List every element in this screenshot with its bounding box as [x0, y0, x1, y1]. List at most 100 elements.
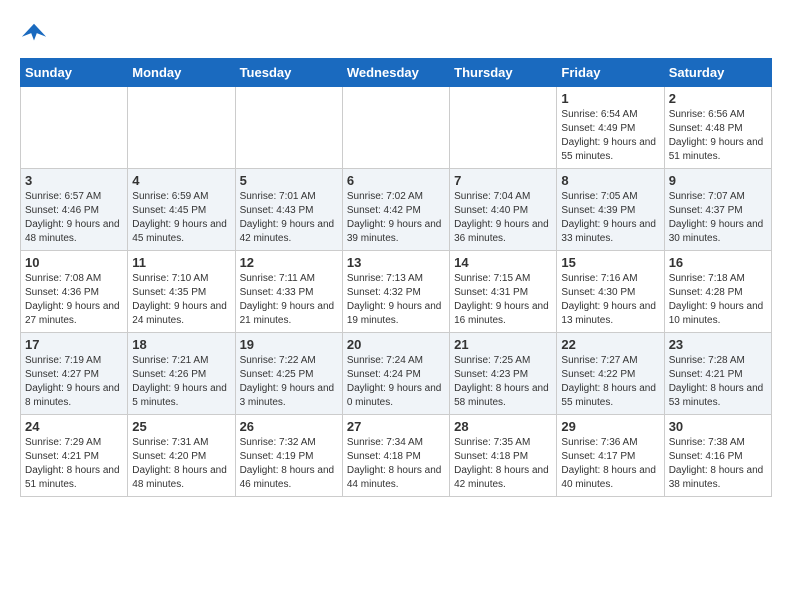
day-number: 13: [347, 255, 445, 270]
calendar-cell: 8 Sunrise: 7:05 AM Sunset: 4:39 PM Daylig…: [557, 169, 664, 251]
day-number: 4: [132, 173, 230, 188]
day-info: Sunrise: 7:08 AM Sunset: 4:36 PM Dayligh…: [25, 272, 123, 328]
day-info: Sunrise: 7:02 AM Sunset: 4:42 PM Dayligh…: [347, 190, 445, 246]
logo-icon: [20, 20, 48, 48]
calendar-cell: 9 Sunrise: 7:07 AM Sunset: 4:37 PM Daylig…: [664, 169, 771, 251]
calendar-cell: 7 Sunrise: 7:04 AM Sunset: 4:40 PM Daylig…: [450, 169, 557, 251]
dow-header-wednesday: Wednesday: [342, 59, 449, 87]
dow-header-thursday: Thursday: [450, 59, 557, 87]
day-info: Sunrise: 7:35 AM Sunset: 4:18 PM Dayligh…: [454, 436, 552, 492]
day-number: 23: [669, 337, 767, 352]
day-info: Sunrise: 7:31 AM Sunset: 4:20 PM Dayligh…: [132, 436, 230, 492]
calendar-cell: [235, 87, 342, 169]
day-number: 14: [454, 255, 552, 270]
day-number: 19: [240, 337, 338, 352]
calendar-cell: 4 Sunrise: 6:59 AM Sunset: 4:45 PM Daylig…: [128, 169, 235, 251]
calendar-cell: 29 Sunrise: 7:36 AM Sunset: 4:17 PM Dayli…: [557, 415, 664, 497]
calendar-cell: [342, 87, 449, 169]
calendar-cell: 15 Sunrise: 7:16 AM Sunset: 4:30 PM Dayli…: [557, 251, 664, 333]
calendar-cell: 1 Sunrise: 6:54 AM Sunset: 4:49 PM Daylig…: [557, 87, 664, 169]
day-info: Sunrise: 7:36 AM Sunset: 4:17 PM Dayligh…: [561, 436, 659, 492]
day-info: Sunrise: 7:34 AM Sunset: 4:18 PM Dayligh…: [347, 436, 445, 492]
calendar-cell: [21, 87, 128, 169]
day-info: Sunrise: 6:56 AM Sunset: 4:48 PM Dayligh…: [669, 108, 767, 164]
day-info: Sunrise: 7:11 AM Sunset: 4:33 PM Dayligh…: [240, 272, 338, 328]
calendar-cell: 18Sunrise: 7:21 AM Sunset: 4:26 PM Dayli…: [128, 333, 235, 415]
day-info: Sunrise: 7:29 AM Sunset: 4:21 PM Dayligh…: [25, 436, 123, 492]
day-number: 21: [454, 337, 552, 352]
day-number: 28: [454, 419, 552, 434]
day-info: Sunrise: 7:21 AM Sunset: 4:26 PM Dayligh…: [132, 354, 230, 410]
calendar-cell: 26 Sunrise: 7:32 AM Sunset: 4:19 PM Dayli…: [235, 415, 342, 497]
day-number: 27: [347, 419, 445, 434]
day-info: Sunrise: 7:13 AM Sunset: 4:32 PM Dayligh…: [347, 272, 445, 328]
dow-header-saturday: Saturday: [664, 59, 771, 87]
dow-header-monday: Monday: [128, 59, 235, 87]
calendar-cell: 19 Sunrise: 7:22 AM Sunset: 4:25 PM Dayli…: [235, 333, 342, 415]
calendar-cell: 30 Sunrise: 7:38 AM Sunset: 4:16 PM Dayli…: [664, 415, 771, 497]
calendar-cell: 24 Sunrise: 7:29 AM Sunset: 4:21 PM Dayli…: [21, 415, 128, 497]
day-info: Sunrise: 7:05 AM Sunset: 4:39 PM Dayligh…: [561, 190, 659, 246]
day-number: 24: [25, 419, 123, 434]
dow-header-tuesday: Tuesday: [235, 59, 342, 87]
logo: [20, 20, 52, 48]
day-number: 16: [669, 255, 767, 270]
day-info: Sunrise: 7:01 AM Sunset: 4:43 PM Dayligh…: [240, 190, 338, 246]
day-number: 22: [561, 337, 659, 352]
day-number: 8: [561, 173, 659, 188]
calendar-cell: 10 Sunrise: 7:08 AM Sunset: 4:36 PM Dayli…: [21, 251, 128, 333]
calendar-cell: 11 Sunrise: 7:10 AM Sunset: 4:35 PM Dayli…: [128, 251, 235, 333]
day-info: Sunrise: 7:16 AM Sunset: 4:30 PM Dayligh…: [561, 272, 659, 328]
day-number: 26: [240, 419, 338, 434]
calendar-cell: [128, 87, 235, 169]
day-info: Sunrise: 7:04 AM Sunset: 4:40 PM Dayligh…: [454, 190, 552, 246]
calendar-cell: 17 Sunrise: 7:19 AM Sunset: 4:27 PM Dayli…: [21, 333, 128, 415]
calendar-table: SundayMondayTuesdayWednesdayThursdayFrid…: [20, 58, 772, 497]
day-info: Sunrise: 7:32 AM Sunset: 4:19 PM Dayligh…: [240, 436, 338, 492]
calendar-cell: 25 Sunrise: 7:31 AM Sunset: 4:20 PM Dayli…: [128, 415, 235, 497]
day-info: Sunrise: 6:54 AM Sunset: 4:49 PM Dayligh…: [561, 108, 659, 164]
calendar-cell: 2 Sunrise: 6:56 AM Sunset: 4:48 PM Daylig…: [664, 87, 771, 169]
day-info: Sunrise: 7:24 AM Sunset: 4:24 PM Dayligh…: [347, 354, 445, 410]
day-number: 11: [132, 255, 230, 270]
dow-header-sunday: Sunday: [21, 59, 128, 87]
day-number: 1: [561, 91, 659, 106]
day-info: Sunrise: 7:19 AM Sunset: 4:27 PM Dayligh…: [25, 354, 123, 410]
day-number: 29: [561, 419, 659, 434]
calendar-cell: 21 Sunrise: 7:25 AM Sunset: 4:23 PM Dayli…: [450, 333, 557, 415]
dow-header-friday: Friday: [557, 59, 664, 87]
calendar-cell: [450, 87, 557, 169]
calendar-cell: 14 Sunrise: 7:15 AM Sunset: 4:31 PM Dayli…: [450, 251, 557, 333]
day-info: Sunrise: 7:07 AM Sunset: 4:37 PM Dayligh…: [669, 190, 767, 246]
day-info: Sunrise: 6:57 AM Sunset: 4:46 PM Dayligh…: [25, 190, 123, 246]
calendar-cell: 6Sunrise: 7:02 AM Sunset: 4:42 PM Daylig…: [342, 169, 449, 251]
day-number: 25: [132, 419, 230, 434]
calendar-cell: 28 Sunrise: 7:35 AM Sunset: 4:18 PM Dayli…: [450, 415, 557, 497]
calendar-cell: 12 Sunrise: 7:11 AM Sunset: 4:33 PM Dayli…: [235, 251, 342, 333]
day-number: 2: [669, 91, 767, 106]
day-number: 20: [347, 337, 445, 352]
calendar-cell: 22 Sunrise: 7:27 AM Sunset: 4:22 PM Dayli…: [557, 333, 664, 415]
day-info: Sunrise: 7:10 AM Sunset: 4:35 PM Dayligh…: [132, 272, 230, 328]
page-header: [20, 20, 772, 48]
day-info: Sunrise: 7:18 AM Sunset: 4:28 PM Dayligh…: [669, 272, 767, 328]
day-number: 12: [240, 255, 338, 270]
day-number: 15: [561, 255, 659, 270]
day-number: 7: [454, 173, 552, 188]
day-number: 10: [25, 255, 123, 270]
day-number: 30: [669, 419, 767, 434]
day-info: Sunrise: 7:38 AM Sunset: 4:16 PM Dayligh…: [669, 436, 767, 492]
calendar-cell: 3Sunrise: 6:57 AM Sunset: 4:46 PM Daylig…: [21, 169, 128, 251]
calendar-cell: 13 Sunrise: 7:13 AM Sunset: 4:32 PM Dayli…: [342, 251, 449, 333]
day-info: Sunrise: 6:59 AM Sunset: 4:45 PM Dayligh…: [132, 190, 230, 246]
day-number: 5: [240, 173, 338, 188]
day-info: Sunrise: 7:28 AM Sunset: 4:21 PM Dayligh…: [669, 354, 767, 410]
calendar-cell: 23 Sunrise: 7:28 AM Sunset: 4:21 PM Dayli…: [664, 333, 771, 415]
day-info: Sunrise: 7:22 AM Sunset: 4:25 PM Dayligh…: [240, 354, 338, 410]
day-number: 17: [25, 337, 123, 352]
day-number: 9: [669, 173, 767, 188]
day-info: Sunrise: 7:15 AM Sunset: 4:31 PM Dayligh…: [454, 272, 552, 328]
day-info: Sunrise: 7:25 AM Sunset: 4:23 PM Dayligh…: [454, 354, 552, 410]
day-info: Sunrise: 7:27 AM Sunset: 4:22 PM Dayligh…: [561, 354, 659, 410]
calendar-cell: 5 Sunrise: 7:01 AM Sunset: 4:43 PM Daylig…: [235, 169, 342, 251]
